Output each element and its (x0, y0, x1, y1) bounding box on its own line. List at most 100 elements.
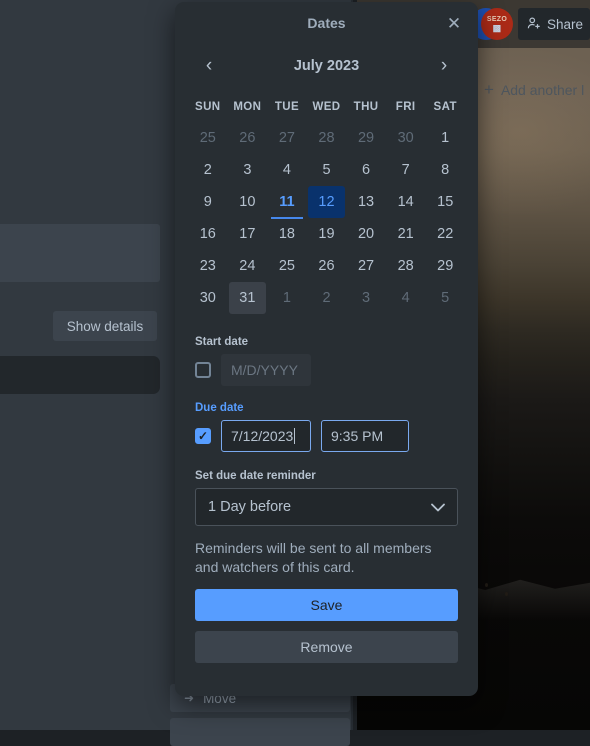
calendar-day-cell[interactable]: 24 (229, 250, 267, 282)
calendar-day-cell[interactable]: 22 (426, 218, 464, 250)
calendar-day-label: 23 (189, 250, 227, 282)
calendar-day-cell[interactable]: 7 (387, 154, 425, 186)
calendar-day-label: 4 (387, 282, 425, 314)
calendar-day-cell[interactable]: 9 (189, 186, 227, 218)
calendar-day-cell[interactable]: 14 (387, 186, 425, 218)
calendar-day-cell[interactable]: 10 (229, 186, 267, 218)
calendar-day-cell[interactable]: 17 (229, 218, 267, 250)
calendar-day-cell[interactable]: 3 (347, 282, 385, 314)
calendar-day-cell[interactable]: 29 (347, 122, 385, 154)
remove-button[interactable]: Remove (195, 631, 458, 663)
calendar-day-label: 17 (229, 218, 267, 250)
save-button[interactable]: Save (195, 589, 458, 621)
calendar-day-cell[interactable]: 27 (268, 122, 306, 154)
chevron-right-icon[interactable]: › (430, 52, 458, 80)
calendar-day-cell[interactable]: 30 (387, 122, 425, 154)
calendar-day-cell[interactable]: 5 (308, 154, 346, 186)
calendar-day-cell[interactable]: 4 (268, 154, 306, 186)
calendar-day-cell[interactable]: 2 (308, 282, 346, 314)
add-another-list-button[interactable]: + Add another l (484, 82, 584, 98)
weekday-label: TUE (267, 92, 307, 122)
calendar-day-cell[interactable]: 1 (268, 282, 306, 314)
calendar-day-cell[interactable]: 30 (189, 282, 227, 314)
weekday-label: SAT (425, 92, 465, 122)
calendar-day-label: 20 (347, 218, 385, 250)
calendar-day-cell[interactable]: 21 (387, 218, 425, 250)
calendar-day-label: 26 (308, 250, 346, 282)
calendar-day-cell[interactable]: 15 (426, 186, 464, 218)
dates-form: Start date M/D/YYYY Due date ✓ 7/12/2023… (175, 314, 478, 663)
calendar-day-label: 30 (387, 122, 425, 154)
due-date-label: Due date (195, 402, 458, 414)
show-details-button[interactable]: Show details (53, 311, 157, 341)
calendar-day-label: 4 (268, 154, 306, 186)
calendar-day-label: 5 (308, 154, 346, 186)
calendar-day-cell[interactable]: 16 (189, 218, 227, 250)
calendar-day-cell[interactable]: 26 (229, 122, 267, 154)
share-button[interactable]: Share (518, 8, 590, 40)
calendar-day-label: 1 (426, 122, 464, 154)
calendar-day-cell[interactable]: 23 (189, 250, 227, 282)
calendar-day-label: 29 (347, 122, 385, 154)
start-date-row: M/D/YYYY (195, 354, 458, 386)
comment-input[interactable] (0, 356, 160, 394)
calendar-day-label: 10 (229, 186, 267, 218)
start-date-input[interactable]: M/D/YYYY (221, 354, 311, 386)
calendar-week-row: 23242526272829 (188, 250, 465, 282)
start-date-label: Start date (195, 336, 458, 348)
calendar-day-cell[interactable]: 26 (308, 250, 346, 282)
calendar-day-label: 12 (308, 186, 346, 218)
calendar-day-cell[interactable]: 27 (347, 250, 385, 282)
calendar-day-cell[interactable]: 12 (308, 186, 346, 218)
calendar-day-label: 28 (308, 122, 346, 154)
chevron-down-icon (431, 500, 445, 515)
calendar-day-cell[interactable]: 25 (268, 250, 306, 282)
calendar-day-label: 21 (387, 218, 425, 250)
due-date-value: 7/12/2023 (231, 428, 293, 444)
due-date-input[interactable]: 7/12/2023 (221, 420, 311, 452)
calendar-week-row: 9101112131415 (188, 186, 465, 218)
plus-icon: + (484, 83, 494, 97)
reminder-select[interactable]: 1 Day before (195, 488, 458, 526)
calendar-day-label: 29 (426, 250, 464, 282)
calendar-day-cell[interactable]: 13 (347, 186, 385, 218)
calendar-day-cell[interactable]: 5 (426, 282, 464, 314)
calendar-day-cell[interactable]: 28 (387, 250, 425, 282)
calendar-day-cell[interactable]: 31 (229, 282, 267, 314)
calendar-day-cell[interactable]: 18 (268, 218, 306, 250)
weekday-label: SUN (188, 92, 228, 122)
due-time-input[interactable]: 9:35 PM (321, 420, 409, 452)
calendar-day-label: 7 (387, 154, 425, 186)
calendar-day-cell[interactable]: 20 (347, 218, 385, 250)
avatar[interactable]: SEZO ▩ (481, 8, 513, 40)
calendar-weekday-row: SUN MON TUE WED THU FRI SAT (188, 92, 465, 122)
avatar-crest-icon: ▩ (493, 24, 502, 32)
start-date-checkbox[interactable] (195, 362, 211, 378)
calendar-day-cell[interactable]: 11 (268, 186, 306, 218)
calendar-day-cell[interactable]: 8 (426, 154, 464, 186)
list-item[interactable] (170, 718, 350, 746)
weekday-label: THU (346, 92, 386, 122)
calendar-day-cell[interactable]: 4 (387, 282, 425, 314)
balloon-speck-icon (505, 592, 508, 596)
calendar-day-label: 27 (347, 250, 385, 282)
description-field[interactable] (0, 224, 160, 282)
close-icon[interactable]: ✕ (442, 11, 466, 35)
calendar-day-label: 25 (189, 122, 227, 154)
calendar-grid: SUN MON TUE WED THU FRI SAT 252627282930… (175, 82, 478, 314)
calendar-day-cell[interactable]: 25 (189, 122, 227, 154)
calendar-day-cell[interactable]: 29 (426, 250, 464, 282)
calendar-day-cell[interactable]: 28 (308, 122, 346, 154)
calendar-day-label: 24 (229, 250, 267, 282)
calendar-day-cell[interactable]: 19 (308, 218, 346, 250)
calendar-day-label: 8 (426, 154, 464, 186)
weekday-label: MON (228, 92, 268, 122)
calendar-day-cell[interactable]: 6 (347, 154, 385, 186)
chevron-left-icon[interactable]: ‹ (195, 52, 223, 80)
calendar-day-cell[interactable]: 1 (426, 122, 464, 154)
calendar-day-cell[interactable]: 2 (189, 154, 227, 186)
due-date-checkbox[interactable]: ✓ (195, 428, 211, 444)
share-button-label: Share (547, 17, 583, 32)
calendar-day-label: 2 (189, 154, 227, 186)
calendar-day-cell[interactable]: 3 (229, 154, 267, 186)
